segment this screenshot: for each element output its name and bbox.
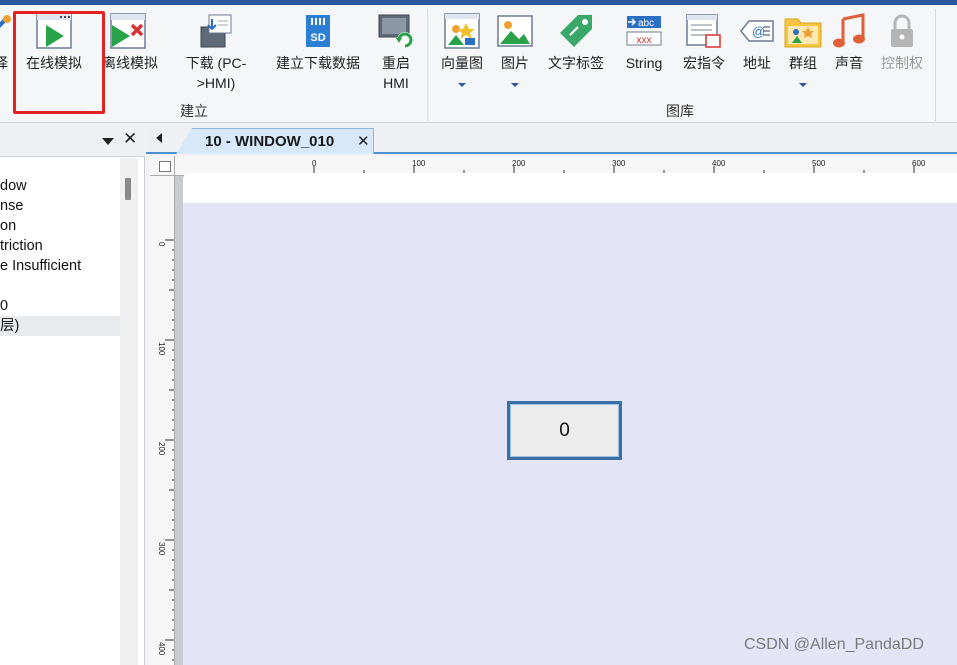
vector-image-icon: [444, 13, 480, 49]
monitor-refresh-icon: [378, 14, 413, 48]
ribbon-item-label: 下载 (PC- >HMI): [178, 53, 254, 93]
panel-close-icon[interactable]: ✕: [123, 129, 137, 149]
ruler-label: 100: [157, 342, 166, 356]
design-editor: 0 100 200 300 400 500 600 0 100 200 300 400 0: [150, 156, 957, 665]
vertical-ruler: 0 100 200 300 400: [150, 176, 175, 665]
tab-scroll-left-icon[interactable]: [156, 133, 162, 143]
lock-icon: [891, 14, 913, 47]
scrollbar-thumb[interactable]: [125, 178, 131, 200]
group-separator: [427, 9, 428, 121]
ruler-label: 600: [912, 159, 926, 168]
hmi-window-canvas[interactable]: 0: [183, 203, 957, 665]
music-note-icon: [833, 13, 865, 48]
list-item[interactable]: [0, 276, 120, 296]
canvas-header-strip: [183, 173, 957, 203]
red-highlight-box: [13, 11, 105, 114]
sd-card-icon: SD: [306, 15, 330, 47]
ribbon-item-label: String: [625, 55, 663, 71]
label-line-1: 下载 (PC-: [185, 55, 247, 71]
play-window-x-icon: [110, 13, 146, 49]
list-item[interactable]: nse: [0, 196, 120, 216]
download-pc-hmi-button[interactable]: 下载 (PC- >HMI): [178, 5, 254, 105]
group-folder-icon: [784, 18, 822, 48]
ruler-corner[interactable]: [150, 156, 175, 176]
ribbon-item-label: 地址: [743, 55, 771, 71]
ruler-gap: [175, 176, 183, 665]
tab-title: 10 - WINDOW_010: [205, 133, 335, 150]
ruler-corner-icon: [159, 161, 171, 172]
at-tag-icon: @: [740, 20, 774, 42]
ruler-label: 500: [812, 159, 826, 168]
build-download-data-button[interactable]: SD 建立下载数据: [270, 5, 366, 105]
list-item-selected[interactable]: 层): [0, 316, 120, 336]
dropdown-arrow-icon[interactable]: [799, 83, 807, 87]
address-button[interactable]: @ 地址: [736, 5, 778, 105]
ruler-label: 400: [157, 642, 166, 656]
dropdown-arrow-icon[interactable]: [458, 83, 466, 87]
macro-icon: [686, 14, 721, 48]
label-line-2: HMI: [383, 75, 409, 91]
ribbon-toolbar: 择 在线模拟 离线模拟 下载 (PC- >HMI) SD 建立下载数据 重启 H…: [0, 5, 957, 123]
csdn-watermark: CSDN @Allen_PandaDD: [744, 636, 924, 653]
numeric-display-object[interactable]: 0: [507, 401, 622, 460]
text-tag-button[interactable]: 文字标签: [542, 5, 610, 105]
ruler-label: 200: [512, 159, 526, 168]
ribbon-item-label: 宏指令: [683, 55, 725, 71]
ruler-label: 300: [157, 542, 166, 556]
dropdown-arrow-icon[interactable]: [511, 83, 519, 87]
ruler-label: 100: [412, 159, 426, 168]
ruler-label: 0: [312, 159, 317, 168]
list-item[interactable]: 0: [0, 296, 120, 316]
ribbon-item-label: 声音: [835, 55, 863, 71]
ribbon-item-label: 向量图: [441, 55, 483, 71]
panel-header: ✕: [0, 124, 145, 157]
tag-icon: [560, 15, 592, 47]
svg-text:xxx: xxx: [637, 35, 652, 46]
list-item[interactable]: e Insufficient: [0, 256, 120, 276]
ribbon-item-label: 文字标签: [548, 55, 604, 71]
tab-window-010[interactable]: 10 - WINDOW_010 ✕: [176, 128, 374, 154]
editor-tabstrip: 10 - WINDOW_010 ✕: [146, 124, 957, 154]
picture-icon: [497, 15, 533, 47]
string-button[interactable]: abc xxx String: [616, 5, 672, 105]
wrench-icon: [0, 15, 11, 28]
label-line-1: 重启: [382, 55, 410, 71]
ruler-label: 400: [712, 159, 726, 168]
vector-graphics-button[interactable]: 向量图: [436, 5, 488, 105]
restart-hmi-button[interactable]: 重启 HMI: [372, 5, 420, 105]
ribbon-item-label: 图片: [501, 55, 529, 71]
ribbon-item-label: 群组: [789, 55, 817, 71]
app-window: 择 在线模拟 离线模拟 下载 (PC- >HMI) SD 建立下载数据 重启 H…: [0, 0, 957, 665]
macro-button[interactable]: 宏指令: [678, 5, 730, 105]
window-list: dow nse on triction e Insufficient 0 层): [0, 176, 120, 336]
group-label-build: 建立: [180, 103, 208, 119]
group-button[interactable]: 群组: [782, 5, 824, 105]
ribbon-item-label: 建立下载数据: [276, 55, 360, 71]
ruler-label: 0: [157, 242, 166, 247]
panel-menu-arrow-icon[interactable]: [102, 138, 114, 145]
list-item[interactable]: dow: [0, 176, 120, 196]
ruler-label: 200: [157, 442, 166, 456]
picture-button[interactable]: 图片: [494, 5, 536, 105]
abc-string-icon: abc xxx: [626, 16, 662, 46]
group-label-library: 图库: [666, 103, 694, 119]
sound-button[interactable]: 声音: [828, 5, 870, 105]
tab-close-icon[interactable]: ✕: [357, 132, 370, 150]
svg-text:abc: abc: [638, 18, 654, 29]
ribbon-item-label: 控制权: [881, 55, 923, 71]
download-icon: [200, 14, 232, 48]
ribbon-item-label: 重启 HMI: [372, 53, 420, 93]
ruler-label: 300: [612, 159, 626, 168]
panel-scrollbar[interactable]: [120, 158, 138, 665]
window-tree-panel: ✕ dow nse on triction e Insufficient 0 层…: [0, 124, 145, 665]
list-item[interactable]: triction: [0, 236, 120, 256]
control-button[interactable]: 控制权: [874, 5, 930, 105]
group-separator: [935, 9, 936, 121]
list-item[interactable]: on: [0, 216, 120, 236]
svg-text:SD: SD: [310, 32, 325, 44]
label-line-2: >HMI): [196, 75, 236, 91]
